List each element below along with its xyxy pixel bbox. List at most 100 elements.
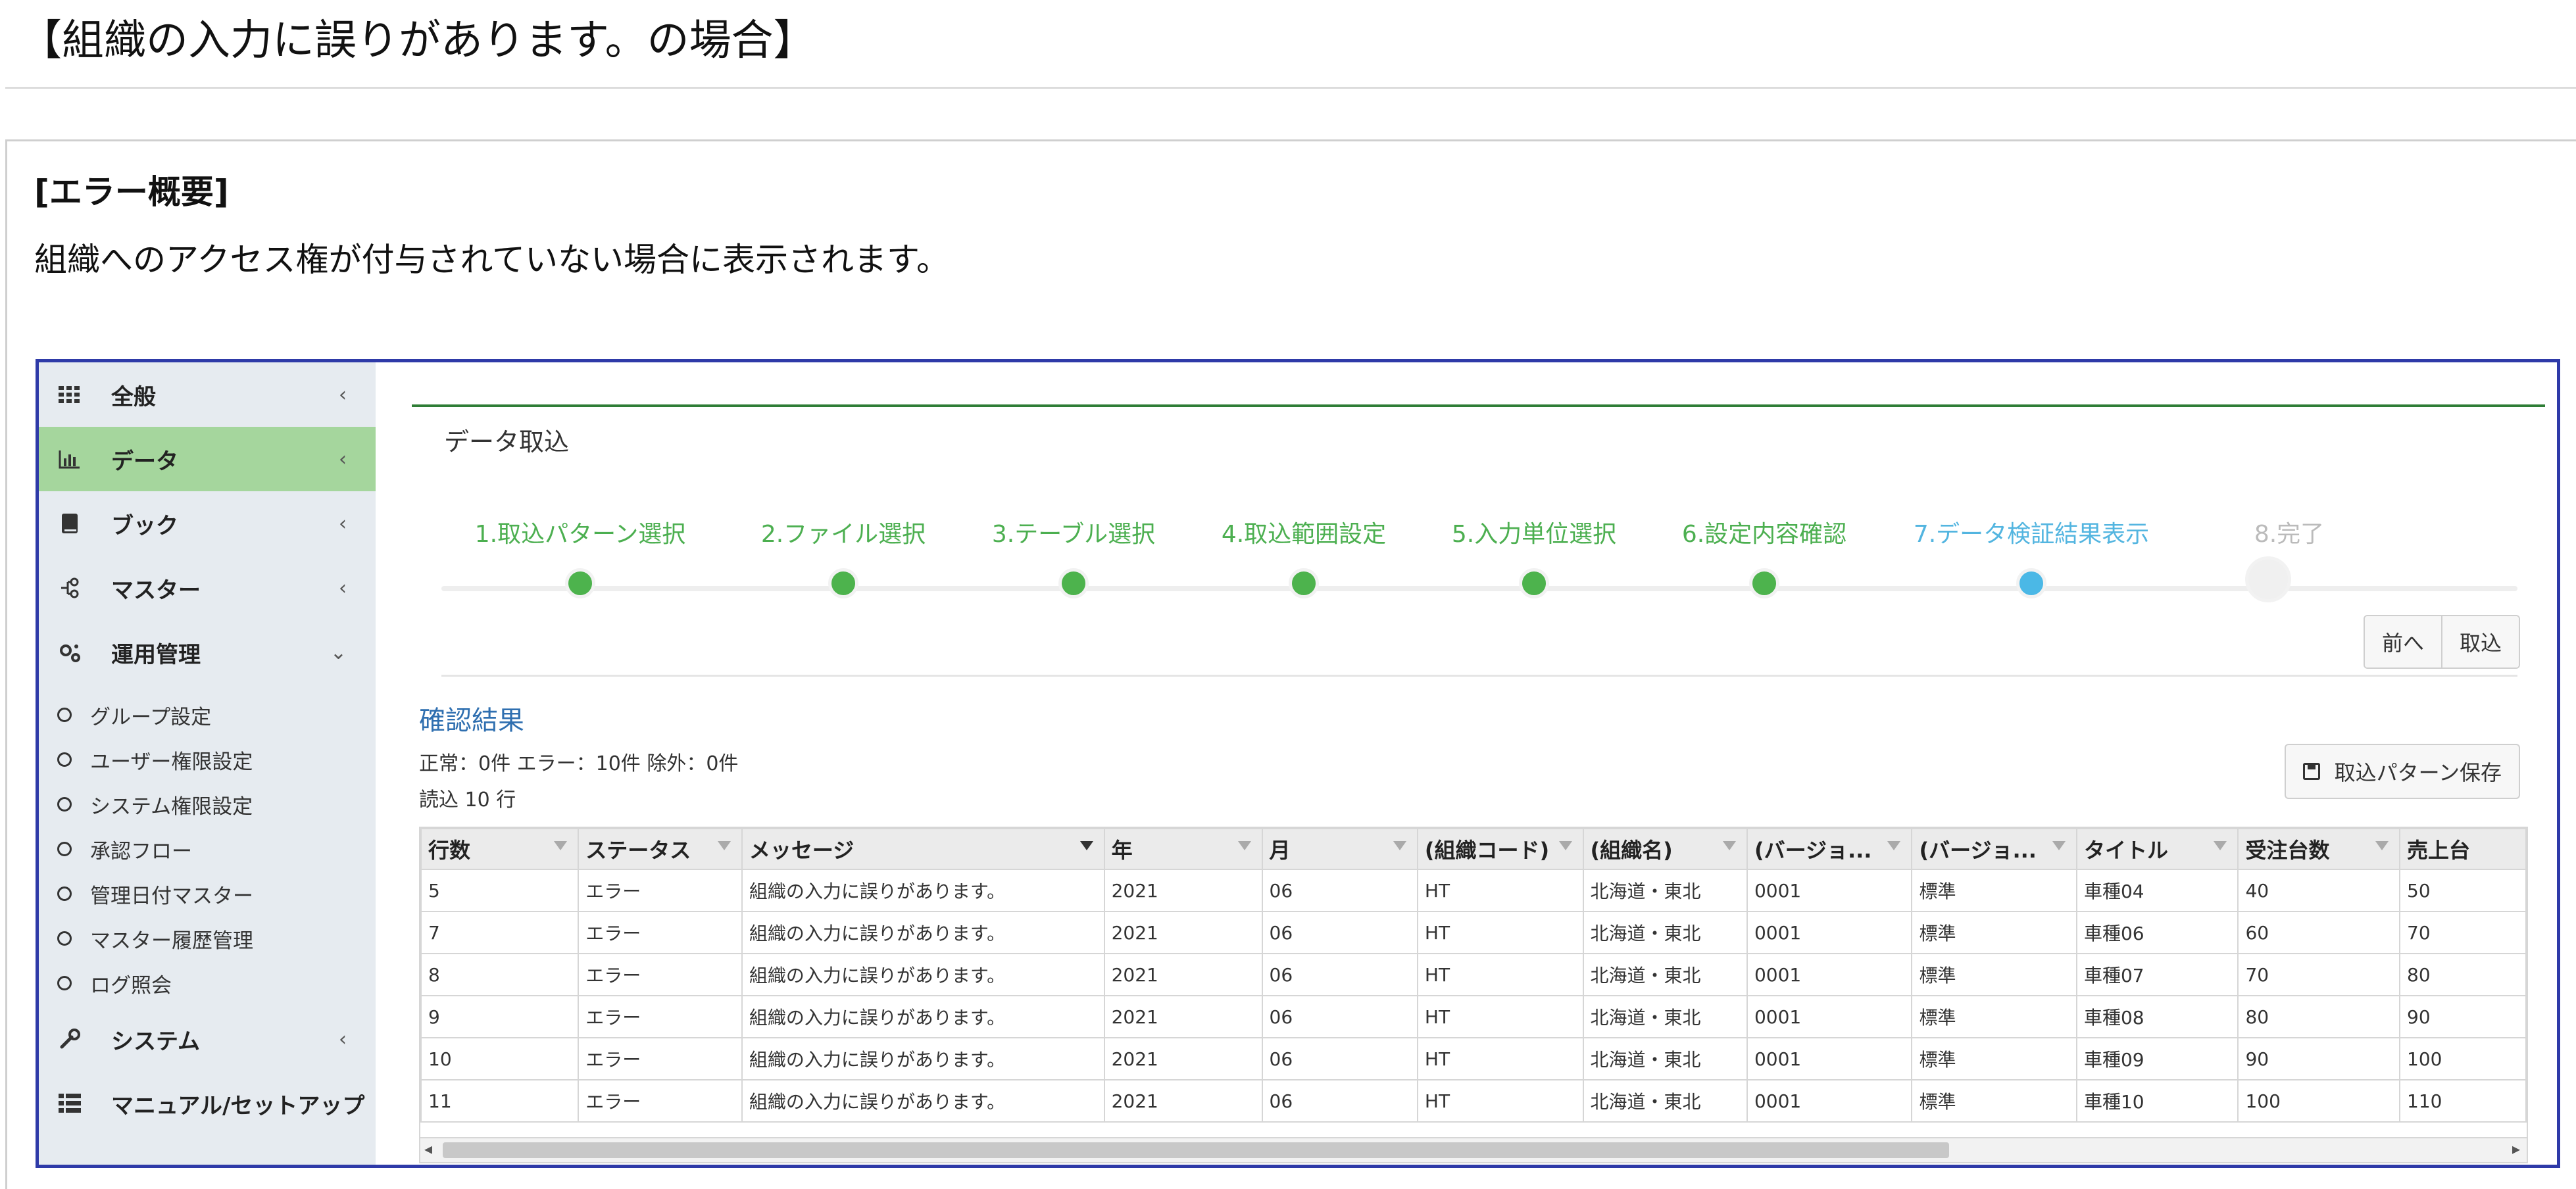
- scroll-right-icon[interactable]: ▸: [2512, 1140, 2520, 1158]
- sidebar-subitem-log-query[interactable]: ログ照会: [39, 961, 376, 1006]
- prev-button[interactable]: 前へ: [2364, 616, 2441, 667]
- sidebar-subitem-user-permissions[interactable]: ユーザー権限設定: [39, 737, 376, 782]
- table-cell: 06: [1261, 911, 1418, 954]
- table-cell: 北海道・東北: [1582, 953, 1748, 996]
- column-header-label: (バージョ...: [1754, 838, 1872, 863]
- filter-icon[interactable]: [1887, 841, 1901, 850]
- step-label: 2.ファイル選択: [760, 521, 926, 548]
- step-progress-track: [441, 586, 2517, 591]
- column-header-label: メッセージ: [749, 838, 855, 863]
- sidebar-item-general[interactable]: 全般 ‹: [39, 362, 376, 427]
- filter-icon[interactable]: [1558, 841, 1572, 850]
- table-cell: 40: [2237, 869, 2400, 912]
- table-cell: 車種09: [2075, 1037, 2239, 1080]
- sidebar-subitem-system-permissions[interactable]: システム権限設定: [39, 782, 376, 827]
- sidebar-item-label: マニュアル/セットアップ: [111, 1092, 365, 1119]
- table-row[interactable]: 10 エラー 組織の入力に誤りがあります。 2021 06 HT 北海道・東北 0001 標準車…: [420, 1037, 2527, 1080]
- column-header[interactable]: 年: [1103, 828, 1263, 870]
- step-label: 4.取込範囲設定: [1221, 521, 1387, 548]
- result-counts: 正常：0件 エラー：10件 除外：0件: [419, 752, 739, 775]
- filter-icon[interactable]: [2052, 841, 2066, 850]
- import-button[interactable]: 取込: [2440, 616, 2519, 667]
- table-cell: 組織の入力に誤りがあります。: [741, 995, 1105, 1038]
- rows-read-count: 読込 10 行: [419, 789, 516, 812]
- table-row[interactable]: 7 エラー 組織の入力に誤りがあります。 2021 06 HT 北海道・東北 0001 標準 車種…: [420, 911, 2527, 954]
- filter-icon[interactable]: [717, 841, 731, 850]
- scroll-left-icon[interactable]: ◂: [424, 1140, 432, 1158]
- sidebar-item-label: データ: [111, 448, 178, 475]
- table-cell: 9: [420, 995, 580, 1038]
- filter-icon[interactable]: [1722, 841, 1736, 850]
- column-header[interactable]: (組織コード): [1416, 828, 1584, 870]
- scrollbar-thumb[interactable]: [443, 1142, 1949, 1158]
- sidebar-subitem-approval-flow[interactable]: 承認フロー: [39, 827, 376, 871]
- filter-icon[interactable]: [2214, 841, 2227, 850]
- sidebar-item-book[interactable]: ブック ‹: [39, 491, 376, 556]
- table-cell: 5: [420, 869, 580, 912]
- table-cell: 2021: [1103, 953, 1263, 996]
- table-cell: 組織の入力に誤りがあります。: [741, 953, 1105, 996]
- table-cell: 7: [420, 911, 580, 954]
- step-done-dot: [1289, 568, 1319, 598]
- sidebar-item-label: 全般: [111, 383, 156, 410]
- sidebar-subitem-label: 管理日付マスター: [90, 884, 253, 908]
- sidebar-subitem-date-master[interactable]: 管理日付マスター: [39, 871, 376, 916]
- column-header[interactable]: 月: [1261, 828, 1418, 870]
- table-cell: 10: [420, 1037, 580, 1080]
- table-cell: 標準: [1911, 953, 2077, 996]
- table-cell: 車種07: [2075, 953, 2239, 996]
- filter-icon[interactable]: [1237, 841, 1251, 850]
- column-header[interactable]: タイトル: [2075, 828, 2239, 870]
- column-header[interactable]: ステータス: [578, 828, 743, 870]
- column-header[interactable]: 受注台数: [2237, 828, 2400, 870]
- table-row[interactable]: 8 エラー 組織の入力に誤りがあります。 2021 06 HT 北海道・東北 0001 標準 車種…: [420, 953, 2527, 996]
- column-header[interactable]: (組織名): [1582, 828, 1748, 870]
- sidebar-item-data[interactable]: データ ‹: [39, 427, 376, 491]
- save-pattern-button[interactable]: 取込パターン保存: [2284, 744, 2520, 799]
- hierarchy-icon: [52, 570, 87, 606]
- table-cell: 80: [2399, 953, 2527, 996]
- sidebar: 全般 ‹ データ ‹ ブック ‹ マスター ‹ 運用管理 ⌄ グループ設定 ユー…: [39, 362, 376, 1165]
- sidebar-subitem-group-settings[interactable]: グループ設定: [39, 692, 376, 737]
- table-cell: 60: [2237, 911, 2400, 954]
- step-done-dot: [1519, 568, 1549, 598]
- sidebar-item-label: ブック: [111, 512, 178, 539]
- table-cell: 0001: [1746, 1037, 1913, 1080]
- sidebar-item-operations[interactable]: 運用管理 ⌄: [39, 620, 376, 685]
- table-row[interactable]: 5 エラー 組織の入力に誤りがあります。 2021 06 HT 北海道・東北 0001 標準 車種…: [420, 869, 2527, 912]
- table-cell: HT: [1416, 995, 1584, 1038]
- table-row[interactable]: 9 エラー 組織の入力に誤りがあります。 2021 06 HT 北海道・東北 0001 標準 車種…: [420, 995, 2527, 1038]
- column-header[interactable]: (バージョ...: [1911, 828, 2077, 870]
- sidebar-subitem-label: グループ設定: [90, 705, 212, 729]
- sidebar-item-system[interactable]: システム ‹: [39, 1007, 376, 1071]
- table-cell: HT: [1416, 869, 1584, 912]
- circle-icon: [57, 752, 72, 767]
- table-cell: 0001: [1746, 1079, 1913, 1123]
- table-cell: エラー: [578, 953, 743, 996]
- filter-icon[interactable]: [554, 841, 568, 850]
- sidebar-item-label: 運用管理: [111, 641, 201, 668]
- table-cell: 組織の入力に誤りがあります。: [741, 869, 1105, 912]
- table-row[interactable]: 11 エラー 組織の入力に誤りがあります。 2021 06 HT 北海道・東北 0001 標準車…: [420, 1079, 2527, 1123]
- bar-chart-icon: [52, 441, 87, 477]
- filter-icon[interactable]: [1079, 841, 1093, 850]
- table-cell: 北海道・東北: [1582, 1079, 1748, 1123]
- list-icon: [52, 1086, 87, 1121]
- filter-icon[interactable]: [2375, 841, 2389, 850]
- column-header[interactable]: 行数: [420, 828, 580, 870]
- table-cell: 06: [1261, 953, 1418, 996]
- column-header[interactable]: メッセージ: [741, 828, 1105, 870]
- table-cell: 標準: [1911, 911, 2077, 954]
- step-label-current: 7.データ検証結果表示: [1913, 521, 2150, 548]
- sidebar-subitem-label: 承認フロー: [90, 839, 192, 863]
- filter-icon[interactable]: [1393, 841, 1406, 850]
- horizontal-scrollbar[interactable]: ◂ ▸: [420, 1137, 2527, 1162]
- column-header-label: 月: [1269, 838, 1291, 863]
- sidebar-item-master[interactable]: マスター ‹: [39, 556, 376, 620]
- table-cell: エラー: [578, 995, 743, 1038]
- column-header[interactable]: (バージョ...: [1746, 828, 1913, 870]
- table-cell: 0001: [1746, 911, 1913, 954]
- column-header[interactable]: 売上台: [2399, 828, 2527, 870]
- sidebar-subitem-master-history[interactable]: マスター履歴管理: [39, 916, 376, 961]
- sidebar-item-manual-setup[interactable]: マニュアル/セットアップ: [39, 1071, 376, 1136]
